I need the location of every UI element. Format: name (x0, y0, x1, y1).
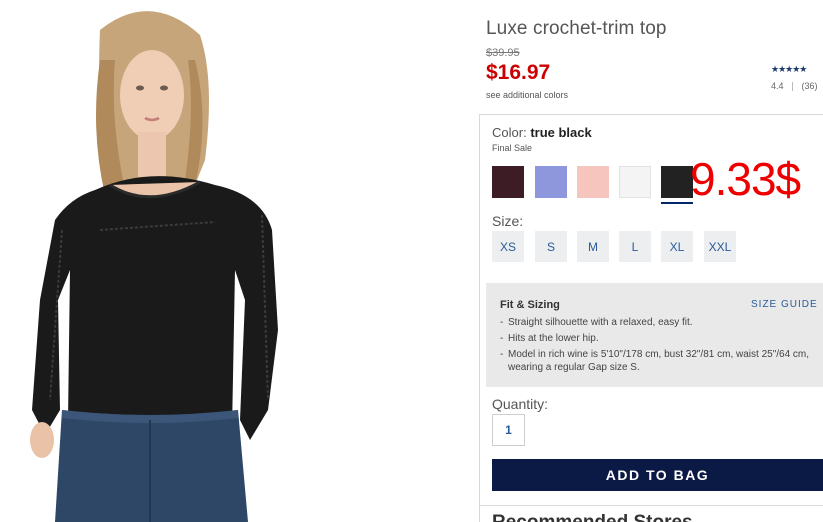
size-guide-link[interactable]: SIZE GUIDE (751, 299, 818, 310)
find-in-stores-heading: Recommended Stores (492, 512, 693, 522)
size-label: Size: (492, 213, 524, 229)
handwritten-price-overlay: 9.33$ (690, 153, 801, 205)
original-price: $39.95 (486, 47, 520, 59)
review-count: (36) (801, 81, 818, 91)
list-item: Hits at the lower hip. (500, 332, 820, 345)
color-swatch-periwinkle[interactable] (535, 166, 567, 198)
color-label: Color: true black (492, 125, 592, 140)
section-divider (480, 505, 823, 506)
sale-price: $16.97 (486, 61, 551, 84)
product-title: Luxe crochet-trim top (486, 18, 667, 39)
color-swatch-true-black[interactable] (661, 166, 693, 204)
color-swatch-white[interactable] (619, 166, 651, 198)
size-option-xl[interactable]: XL (661, 231, 693, 262)
rating-summary[interactable]: ★★★★★ 4.4 (36) (771, 64, 818, 92)
list-item: Straight silhouette with a relaxed, easy… (500, 316, 820, 329)
color-swatch-pink[interactable] (577, 166, 609, 198)
fit-details-list: Straight silhouette with a relaxed, easy… (500, 316, 820, 377)
final-sale-note: Final Sale (492, 143, 533, 153)
list-item: Model in rich wine is 5'10"/178 cm, bust… (500, 348, 820, 374)
selected-color-name: true black (530, 125, 592, 140)
size-option-l[interactable]: L (619, 231, 651, 262)
star-rating-icon: ★★★★★ (771, 64, 807, 74)
size-option-xs[interactable]: XS (492, 231, 524, 262)
quantity-input[interactable] (492, 414, 525, 446)
see-additional-colors-link[interactable]: see additional colors (486, 90, 568, 100)
fit-sizing-heading: Fit & Sizing (500, 299, 560, 311)
product-image[interactable] (0, 0, 330, 522)
size-option-s[interactable]: S (535, 231, 567, 262)
size-option-m[interactable]: M (577, 231, 609, 262)
rating-divider (792, 82, 794, 92)
quantity-label: Quantity: (492, 396, 549, 412)
rating-score: 4.4 (771, 81, 784, 91)
product-page: Luxe crochet-trim top $39.95 $16.97 see … (0, 0, 823, 522)
add-to-bag-button[interactable]: ADD TO BAG (492, 459, 823, 491)
size-option-xxl[interactable]: XXL (704, 231, 736, 262)
color-swatch-rich-wine[interactable] (492, 166, 524, 198)
